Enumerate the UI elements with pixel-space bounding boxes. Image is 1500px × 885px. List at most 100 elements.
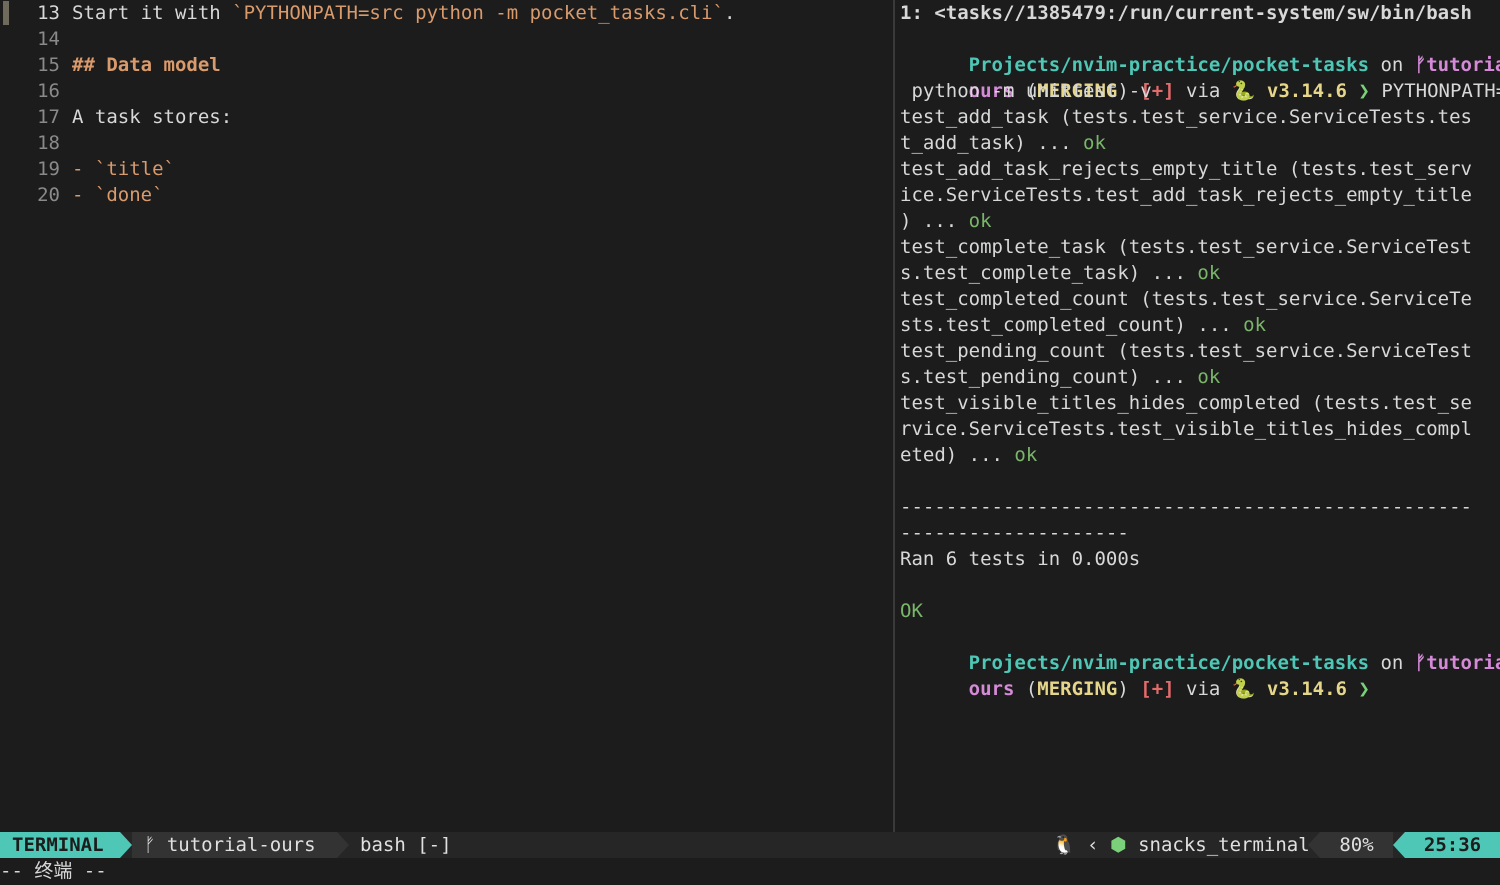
line-text: A task stores: — [60, 106, 232, 128]
prompt-line-wrap: ours (MERGING) [+] via 🐍 v3.14.6 ❯ PYTHO… — [900, 52, 1500, 102]
merging-badge: MERGING — [1037, 678, 1118, 700]
text-run-code: `PYTHONPATH=src python -m pocket_tasks.c… — [232, 2, 725, 24]
editor-line[interactable]: 13 Start it with `PYTHONPATH=src python -… — [0, 0, 736, 26]
editor-line[interactable]: 14 — [0, 26, 72, 52]
line-number: 19 — [37, 158, 60, 180]
prompt-branch-part2: ours — [968, 678, 1015, 700]
editor-line[interactable]: 20- `done` — [0, 182, 164, 208]
prompt-chevron-icon: ❯ — [1358, 80, 1370, 102]
prompt-chevron-icon: ❯ — [1358, 678, 1370, 700]
test-result: OK — [900, 600, 923, 622]
line-number: 14 — [37, 28, 60, 50]
scroll-percent: 80% — [1320, 832, 1393, 858]
nvim-window: 13 Start it with `PYTHONPATH=src python -… — [0, 0, 1500, 885]
test-output-line: sts.test_completed_count) ... ok — [900, 312, 1266, 338]
test-ok-status: ok — [1243, 314, 1267, 336]
editor-line[interactable]: 16 — [0, 78, 72, 104]
line-number: 13 — [37, 2, 60, 24]
mode-separator — [120, 832, 132, 858]
line-text: Start it with `PYTHONPATH=src python -m … — [60, 2, 736, 24]
line-text — [60, 28, 72, 50]
linux-icon: 🐧 — [1052, 834, 1076, 856]
test-output-line: s.test_pending_count) ... ok — [900, 364, 1220, 390]
line-text: - `done` — [60, 184, 164, 206]
test-output-line: eted) ... ok — [900, 442, 1037, 468]
prompt-on: on — [1369, 652, 1415, 674]
text-run-heading: ## Data model — [72, 54, 221, 76]
test-output-text: s.test_complete_task) ... — [900, 262, 1198, 284]
mode-indicator: TERMINAL — [0, 832, 120, 858]
test-output-text: test_add_task_rejects_empty_title (tests… — [900, 158, 1472, 180]
line-number: 18 — [37, 132, 60, 154]
command-text: PYTHONPATH=src — [1381, 80, 1500, 102]
editor-line[interactable]: 15 ## Data model — [0, 52, 221, 78]
python-icon: 🐍 — [1231, 678, 1256, 700]
editor-line[interactable]: 17 A task stores: — [0, 104, 232, 130]
git-branch-segment[interactable]: ᚠ tutorial-ours — [132, 832, 337, 858]
git-branch-icon: ᚠ — [144, 834, 167, 856]
cursor-position: 25:36 — [1405, 832, 1500, 858]
test-output-line: test_visible_titles_hides_completed (tes… — [900, 390, 1472, 416]
text-run-plain: A task stores: — [72, 106, 233, 128]
separator-line: ----------------------------------------… — [900, 496, 1472, 518]
test-ok-status: ok — [1197, 262, 1221, 284]
status-line: TERMINAL ᚠ tutorial-ours bash [-] 🐧 ‹ ⬢ … — [0, 832, 1500, 858]
neovim-icon: ⬢ — [1110, 834, 1127, 856]
test-ok-status: ok — [968, 210, 992, 232]
test-ok-status: ok — [1014, 444, 1038, 466]
paren-open: ( — [1014, 678, 1038, 700]
test-output-line: s.test_complete_task) ... ok — [900, 260, 1220, 286]
test-ok-status: ok — [1083, 132, 1106, 154]
editor-pane[interactable]: 13 Start it with `PYTHONPATH=src python -… — [0, 0, 893, 832]
filetype-segment: 🐧 ‹ ⬢ snacks_terminal — [1052, 832, 1310, 858]
python-version: v3.14.6 — [1255, 678, 1359, 700]
prompt-line-wrap[interactable]: ours (MERGING) [+] via 🐍 v3.14.6 ❯ — [900, 650, 1370, 700]
text-run-dash: - — [72, 158, 95, 180]
test-output-line: test_add_task_rejects_empty_title (tests… — [900, 156, 1472, 182]
text-run-plain: Start it with — [72, 2, 233, 24]
python-icon: 🐍 — [1231, 80, 1256, 102]
percent-separator — [1308, 832, 1320, 858]
prompt-via: via — [1174, 678, 1232, 700]
paren-close: ) — [1117, 678, 1141, 700]
prompt-line: Projects/nvim-practice/pocket-tasks on ᚠ… — [900, 624, 1500, 674]
text-run-code: `title` — [94, 158, 175, 180]
line-number: 16 — [37, 80, 60, 102]
file-name[interactable]: bash [-] — [360, 832, 452, 858]
test-output-line: test_completed_count (tests.test_service… — [900, 286, 1472, 312]
separator-line-wrap: -------------------- — [900, 522, 1129, 544]
test-output-text: ) ... — [900, 210, 969, 232]
position-separator — [1393, 832, 1405, 858]
test-output-text: sts.test_completed_count) ... — [900, 314, 1244, 336]
command-line[interactable]: -- 终端 -- — [0, 858, 1500, 885]
line-text: - `title` — [60, 158, 175, 180]
test-output-text: eted) ... — [900, 444, 1015, 466]
editor-line[interactable]: 19- `title` — [0, 156, 175, 182]
test-output-text: test_visible_titles_hides_completed (tes… — [900, 392, 1472, 414]
text-run-code: `done` — [94, 184, 164, 206]
line-number: 17 — [37, 106, 60, 128]
filetype-name: snacks_terminal — [1138, 834, 1310, 856]
test-output-text: test_add_task (tests.test_service.Servic… — [900, 106, 1472, 128]
test-output-text: test_complete_task (tests.test_service.S… — [900, 236, 1472, 258]
test-output-line: test_add_task (tests.test_service.Servic… — [900, 104, 1472, 130]
terminal-title: 1: <tasks//1385479:/run/current-system/s… — [900, 2, 1472, 24]
text-run-dash: - — [72, 184, 95, 206]
test-output-line: ice.ServiceTests.test_add_task_rejects_e… — [900, 182, 1472, 208]
line-text: ## Data model — [60, 54, 221, 76]
test-output-line: t_add_task) ... ok — [900, 130, 1106, 156]
prompt-line: Projects/nvim-practice/pocket-tasks on ᚠ… — [900, 26, 1500, 76]
text-run-plain: . — [724, 2, 736, 24]
editor-line[interactable]: 18 — [0, 130, 72, 156]
line-number: 15 — [37, 54, 60, 76]
line-text — [60, 80, 72, 102]
test-output-line: ) ... ok — [900, 208, 992, 234]
prompt-via: via — [1174, 80, 1232, 102]
terminal-pane[interactable]: 1: <tasks//1385479:/run/current-system/s… — [895, 0, 1500, 832]
prompt-branch-part1: tutorial- — [1426, 652, 1500, 674]
test-output-line: test_complete_task (tests.test_service.S… — [900, 234, 1472, 260]
git-status-plus: [+] — [1140, 678, 1175, 700]
git-separator — [337, 832, 349, 858]
test-output-text: rvice.ServiceTests.test_visible_titles_h… — [900, 418, 1472, 440]
git-branch-icon: ᚠ — [1414, 652, 1427, 674]
